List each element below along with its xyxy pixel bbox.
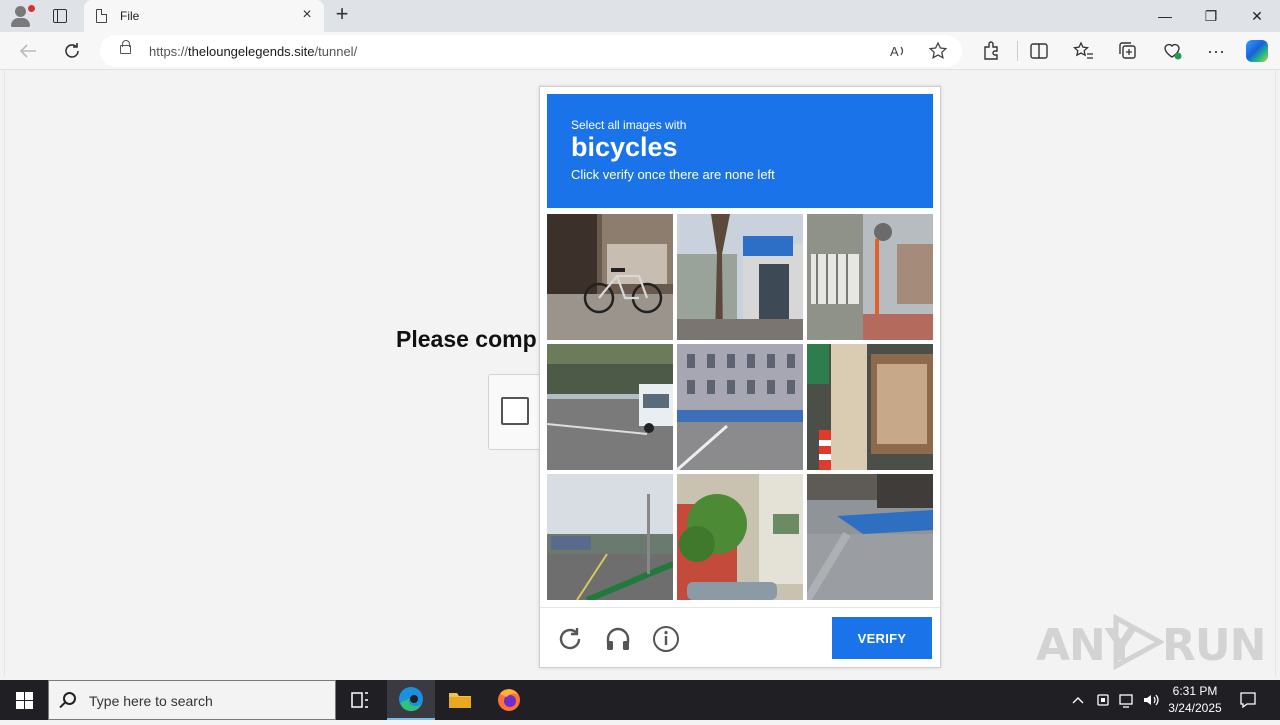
tab-file[interactable]: File × bbox=[84, 0, 324, 32]
tab-actions-icon[interactable] bbox=[48, 6, 72, 26]
captcha-tile-7[interactable] bbox=[547, 474, 673, 600]
tab-title: File bbox=[120, 9, 140, 23]
profile-icon[interactable] bbox=[8, 4, 35, 28]
firefox-icon[interactable] bbox=[485, 680, 533, 720]
close-window-button[interactable]: ✕ bbox=[1234, 0, 1280, 32]
lock-icon[interactable] bbox=[120, 40, 131, 54]
captcha-tile-3[interactable] bbox=[807, 214, 933, 340]
prompt-line-1: Select all images with bbox=[571, 118, 687, 132]
extensions-icon[interactable] bbox=[977, 39, 1005, 63]
notifications-icon[interactable] bbox=[1239, 690, 1257, 713]
show-hidden-icons-icon[interactable] bbox=[1071, 690, 1085, 713]
read-aloud-icon[interactable]: A bbox=[888, 41, 908, 61]
captcha-tile-6[interactable] bbox=[807, 344, 933, 470]
captcha-tile-5[interactable] bbox=[677, 344, 803, 470]
audio-challenge-icon[interactable] bbox=[603, 624, 633, 654]
task-view-icon[interactable] bbox=[336, 680, 384, 720]
verify-button[interactable]: VERIFY bbox=[832, 617, 932, 659]
captcha-tile-9[interactable] bbox=[807, 474, 933, 600]
taskbar-search-box[interactable]: Type here to search bbox=[48, 680, 336, 720]
toolbar-divider bbox=[1017, 41, 1018, 61]
minimize-button[interactable]: — bbox=[1142, 0, 1188, 32]
page-heading: Please comp bbox=[396, 326, 537, 352]
search-placeholder: Type here to search bbox=[89, 693, 213, 709]
back-arrow-icon[interactable] bbox=[14, 39, 42, 63]
captcha-footer-divider bbox=[540, 607, 940, 608]
windows-taskbar: Type here to search 6:31 PM 3/24/2025 bbox=[0, 680, 1280, 720]
split-screen-icon[interactable] bbox=[1025, 39, 1053, 63]
clock-date: 3/24/2025 bbox=[1168, 701, 1222, 715]
favorite-star-icon[interactable] bbox=[928, 41, 948, 61]
collections-icon[interactable] bbox=[1114, 39, 1142, 63]
volume-icon[interactable] bbox=[1142, 690, 1160, 713]
more-menu-icon[interactable]: ··· bbox=[1202, 39, 1230, 63]
captcha-tile-2[interactable] bbox=[677, 214, 803, 340]
edge-taskbar-icon[interactable] bbox=[387, 680, 435, 720]
address-bar[interactable]: https://theloungelegends.site/tunnel/ A bbox=[100, 35, 962, 67]
captcha-tile-1[interactable] bbox=[547, 214, 673, 340]
windows-start-icon[interactable] bbox=[0, 680, 48, 720]
captcha-checkbox[interactable] bbox=[501, 397, 529, 425]
new-tab-button[interactable]: + bbox=[330, 3, 354, 27]
captcha-tile-8[interactable] bbox=[677, 474, 803, 600]
anyrun-watermark: ANY RUN bbox=[1036, 614, 1266, 671]
browser-essentials-icon[interactable] bbox=[1158, 39, 1186, 63]
restore-button[interactable]: ❐ bbox=[1188, 0, 1234, 32]
file-icon bbox=[96, 9, 107, 23]
captcha-tile-4[interactable] bbox=[547, 344, 673, 470]
browser-toolbar: https://theloungelegends.site/tunnel/ A … bbox=[0, 32, 1280, 70]
svg-text:A: A bbox=[890, 44, 899, 59]
prompt-instructions: Click verify once there are none left bbox=[571, 167, 775, 182]
refresh-challenge-icon[interactable] bbox=[555, 624, 585, 654]
system-clock[interactable]: 6:31 PM 3/24/2025 bbox=[1160, 683, 1230, 717]
tab-close-icon[interactable]: × bbox=[298, 6, 316, 24]
favorites-icon[interactable] bbox=[1069, 39, 1097, 63]
url-text[interactable]: https://theloungelegends.site/tunnel/ bbox=[149, 44, 357, 59]
device-icon[interactable] bbox=[1095, 690, 1111, 713]
file-explorer-icon[interactable] bbox=[436, 680, 484, 720]
copilot-icon[interactable] bbox=[1246, 40, 1268, 62]
search-icon bbox=[63, 692, 76, 705]
captcha-prompt-header: Select all images with bicycles Click ve… bbox=[547, 94, 933, 208]
clock-time: 6:31 PM bbox=[1172, 684, 1218, 698]
tab-strip: File × + — ❐ ✕ bbox=[0, 0, 1280, 32]
network-icon[interactable] bbox=[1118, 690, 1136, 713]
info-icon[interactable] bbox=[651, 624, 681, 654]
prompt-target: bicycles bbox=[571, 132, 678, 162]
refresh-icon[interactable] bbox=[58, 39, 86, 63]
